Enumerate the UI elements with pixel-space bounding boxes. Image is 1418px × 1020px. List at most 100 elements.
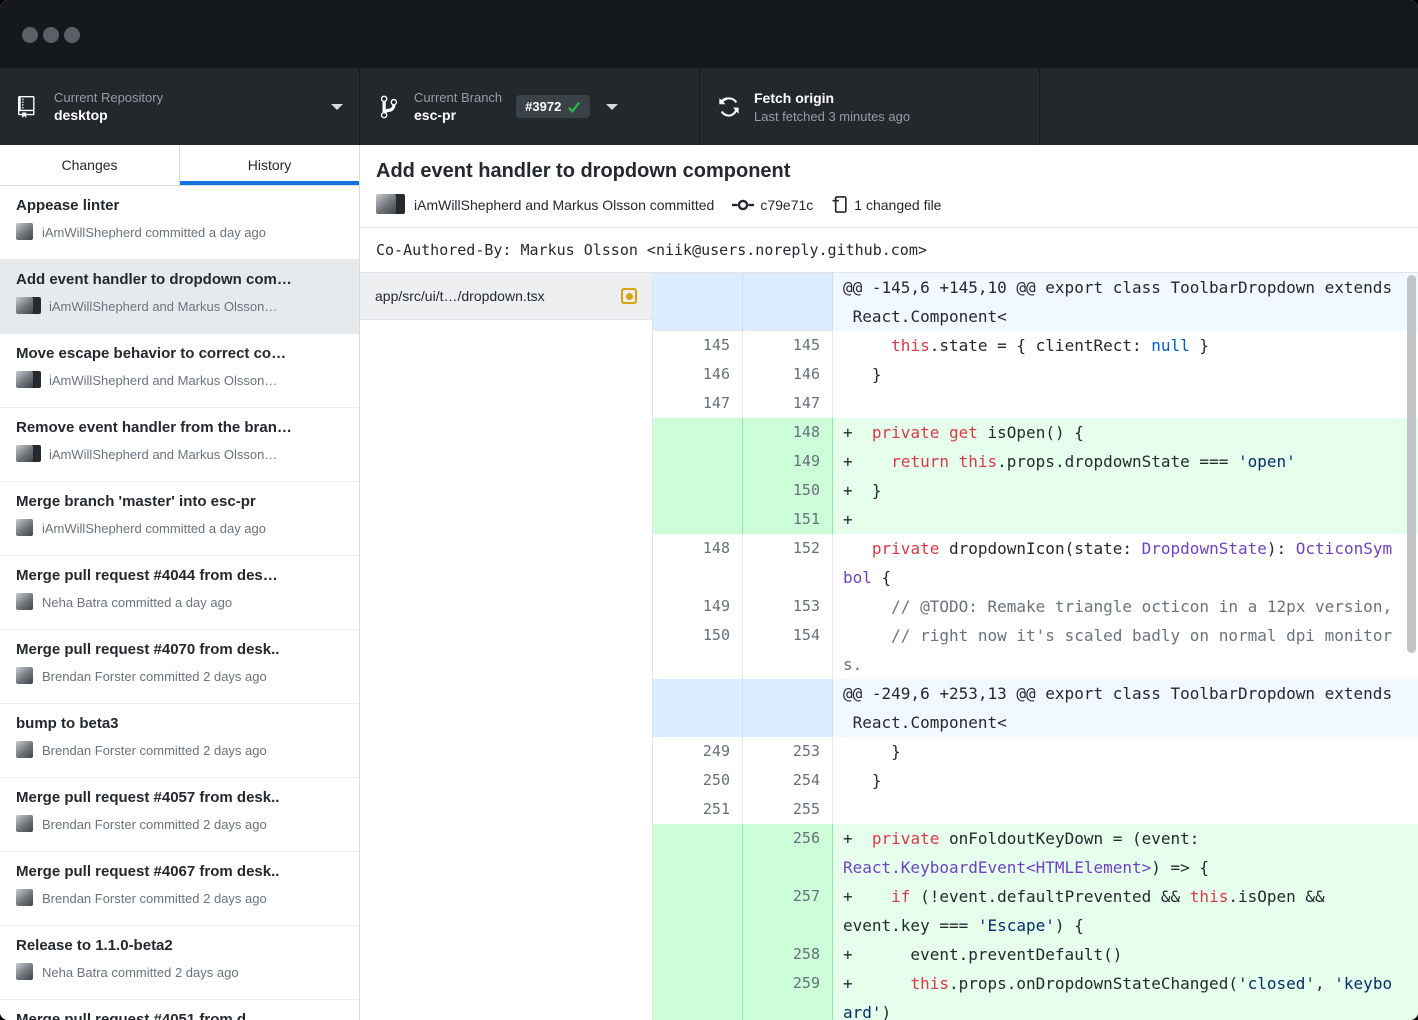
commit-item-meta: Neha Batra committed a day ago — [16, 593, 343, 611]
branch-label: Current Branch — [414, 89, 502, 106]
commit-item-title: Merge branch 'master' into esc-pr — [16, 491, 343, 512]
new-line-number: 153 — [743, 592, 833, 621]
toolbar: Current Repository desktop Current Branc… — [0, 68, 1418, 145]
old-line-number — [653, 969, 743, 1020]
avatar — [16, 741, 34, 759]
new-line-number: 149 — [743, 447, 833, 476]
diff-line: 148152 private dropdownIcon(state: Dropd… — [653, 534, 1418, 592]
fetch-origin-button[interactable]: Fetch origin Last fetched 3 minutes ago — [700, 68, 1040, 145]
commit-list-item[interactable]: Merge pull request #4067 from desk..Bren… — [0, 852, 359, 926]
commit-list-item[interactable]: Merge branch 'master' into esc-priAmWill… — [0, 482, 359, 556]
diff-line-code — [833, 389, 1418, 418]
diff-line: @@ -249,6 +253,13 @@ export class Toolba… — [653, 679, 1418, 737]
new-line-number: 150 — [743, 476, 833, 505]
changed-file-icon — [831, 195, 848, 214]
commit-item-title: Appease linter — [16, 195, 343, 216]
current-branch-button[interactable]: Current Branch esc-pr #3972 — [360, 68, 700, 145]
tab-history[interactable]: History — [179, 145, 359, 185]
commit-list-item[interactable]: Merge pull request #4044 from des… Neha B… — [0, 556, 359, 630]
new-line-number: 256 — [743, 824, 833, 882]
diff-line-code: // right now it's scaled badly on normal… — [833, 621, 1418, 679]
diff-line-code — [833, 795, 1418, 824]
diff-line: 250254 } — [653, 766, 1418, 795]
new-line-number: 151 — [743, 505, 833, 534]
diff-line: 150154 // right now it's scaled badly on… — [653, 621, 1418, 679]
diff-line-code: + private get isOpen() { — [833, 418, 1418, 447]
avatar — [16, 963, 34, 981]
file-list-item[interactable]: app/src/ui/t…/dropdown.tsx — [360, 273, 652, 320]
modified-file-icon — [621, 288, 637, 304]
diff-line: 151+ — [653, 505, 1418, 534]
diff-line: 145145 this.state = { clientRect: null } — [653, 331, 1418, 360]
commit-list-item[interactable]: Merge pull request #4070 from desk.. Bren… — [0, 630, 359, 704]
old-line-number: 150 — [653, 621, 743, 679]
diff-line: 258+ event.preventDefault() — [653, 940, 1418, 969]
old-line-number — [653, 940, 743, 969]
diff-line-code: + if (!event.defaultPrevented && this.is… — [833, 882, 1418, 940]
commit-list-item[interactable]: Merge pull request #4051 from d… — [0, 1000, 359, 1020]
commit-item-title: Add event handler to dropdown com… — [16, 269, 343, 290]
changed-files-count: 1 changed file — [854, 197, 941, 213]
commit-list-item[interactable]: Merge pull request #4057 from desk.. Bren… — [0, 778, 359, 852]
diff-line-code: @@ -249,6 +253,13 @@ export class Toolba… — [833, 679, 1418, 737]
commit-item-meta: Neha Batra committed 2 days ago — [16, 963, 343, 981]
new-line-number: 259 — [743, 969, 833, 1020]
commit-item-title: Merge pull request #4044 from des… — [16, 565, 343, 586]
current-repository-button[interactable]: Current Repository desktop — [0, 68, 360, 145]
old-line-number: 249 — [653, 737, 743, 766]
commit-item-meta: Brendan Forster committed 2 days ago — [16, 741, 343, 759]
avatar — [16, 371, 41, 389]
check-icon — [567, 101, 581, 113]
new-line-number: 254 — [743, 766, 833, 795]
commit-list-item[interactable]: Add event handler to dropdown com…iAmWil… — [0, 260, 359, 334]
old-line-number: 147 — [653, 389, 743, 418]
diff-scrollbar[interactable] — [1407, 275, 1416, 653]
avatar — [16, 667, 34, 685]
commit-list-item[interactable]: Move escape behavior to correct co…iAmWi… — [0, 334, 359, 408]
git-commit-icon — [732, 197, 754, 213]
git-branch-icon — [376, 94, 402, 120]
minimize-window-button[interactable] — [43, 27, 59, 43]
diff-line-code: } — [833, 737, 1418, 766]
repository-name: desktop — [54, 106, 163, 125]
commit-list-item[interactable]: Appease linteriAmWillShepherd committed … — [0, 186, 359, 260]
diff-line-code: + this.props.onDropdownStateChanged('clo… — [833, 969, 1418, 1020]
diff-line: @@ -145,6 +145,10 @@ export class Toolba… — [653, 273, 1418, 331]
old-line-number: 250 — [653, 766, 743, 795]
diff-rows: @@ -145,6 +145,10 @@ export class Toolba… — [653, 273, 1418, 1020]
old-line-number — [653, 679, 743, 737]
diff-line-code: } — [833, 766, 1418, 795]
avatar — [16, 445, 41, 463]
zoom-window-button[interactable] — [64, 27, 80, 43]
close-window-button[interactable] — [22, 27, 38, 43]
commit-list-item[interactable]: Remove event handler from the bran…iAmWi… — [0, 408, 359, 482]
new-line-number — [743, 679, 833, 737]
old-line-number — [653, 447, 743, 476]
pr-number: #3972 — [525, 99, 561, 114]
new-line-number: 257 — [743, 882, 833, 940]
commit-sha: c79e71c — [760, 197, 813, 213]
commit-item-title: Merge pull request #4057 from desk.. — [16, 787, 343, 808]
commit-item-title: Merge pull request #4070 from desk.. — [16, 639, 343, 660]
titlebar — [0, 0, 1418, 68]
sidebar: Changes History Appease linteriAmWillShe… — [0, 145, 360, 1020]
file-path: app/src/ui/t…/dropdown.tsx — [375, 288, 545, 304]
chevron-down-icon — [606, 104, 618, 110]
commit-list-item[interactable]: Release to 1.1.0-beta2Neha Batra committ… — [0, 926, 359, 1000]
diff-line-code: + } — [833, 476, 1418, 505]
commit-list-item[interactable]: bump to beta3Brendan Forster committed 2… — [0, 704, 359, 778]
file-list: app/src/ui/t…/dropdown.tsx — [360, 273, 653, 1020]
diff-line: 257+ if (!event.defaultPrevented && this… — [653, 882, 1418, 940]
diff-line: 149+ return this.props.dropdownState ===… — [653, 447, 1418, 476]
new-line-number: 148 — [743, 418, 833, 447]
avatar — [16, 889, 34, 907]
commit-item-meta: Brendan Forster committed 2 days ago — [16, 815, 343, 833]
old-line-number: 149 — [653, 592, 743, 621]
commit-item-title: Merge pull request #4051 from d… — [16, 1009, 343, 1020]
commit-item-meta: Brendan Forster committed 2 days ago — [16, 667, 343, 685]
new-line-number: 258 — [743, 940, 833, 969]
branch-name: esc-pr — [414, 106, 502, 125]
diff-line: 256+ private onFoldoutKeyDown = (event: … — [653, 824, 1418, 882]
tab-changes[interactable]: Changes — [0, 145, 179, 185]
old-line-number: 145 — [653, 331, 743, 360]
